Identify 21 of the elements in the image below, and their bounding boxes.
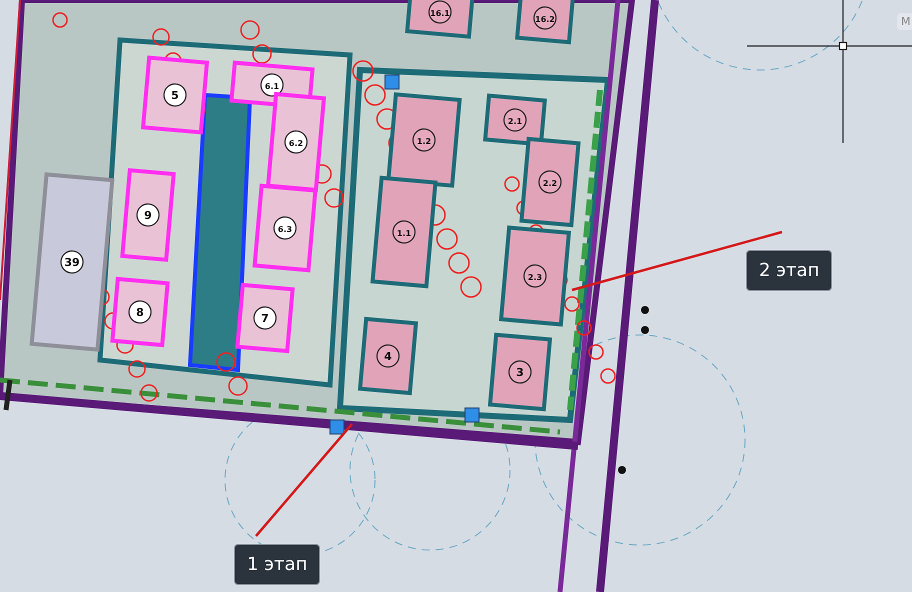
building-number: 2.1 — [508, 117, 522, 126]
building-number: 6.3 — [278, 225, 292, 234]
building-number: 4 — [384, 350, 392, 363]
building-number: 9 — [144, 209, 152, 222]
building-number: 16.1 — [430, 9, 450, 18]
building-number: 16.2 — [535, 15, 555, 24]
building-number: 2.2 — [542, 179, 558, 188]
building-number: 39 — [64, 256, 80, 269]
crosshair-cursor-icon — [747, 0, 912, 143]
building-number: 6.1 — [264, 82, 280, 91]
building-number: 3 — [516, 366, 524, 379]
building-number: 7 — [261, 312, 269, 325]
stage-label: 2 этап — [746, 250, 832, 291]
building-number: 1.2 — [416, 137, 432, 146]
building-number: 5 — [171, 89, 179, 102]
tooltip: M — [897, 13, 912, 30]
building-number: 6.2 — [288, 139, 304, 148]
building-number: 2.3 — [528, 273, 542, 282]
building-number: 8 — [136, 306, 144, 319]
stage-label: 1 этап — [234, 544, 320, 585]
building-number: 1.1 — [396, 229, 412, 238]
